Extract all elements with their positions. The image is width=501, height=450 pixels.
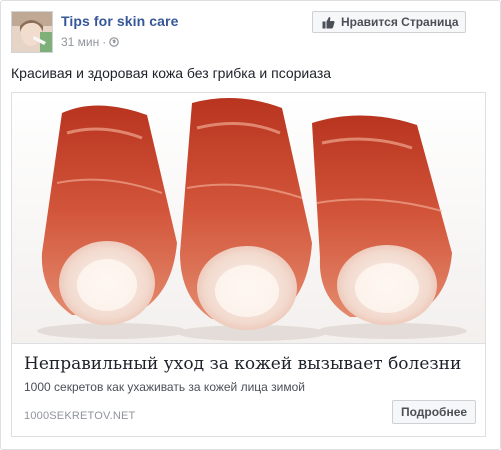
page-name-link[interactable]: Tips for skin care (61, 13, 178, 29)
link-domain: 1000SEKRETOV.NET (24, 410, 136, 422)
crab-legs-image (12, 93, 485, 343)
link-card-image[interactable] (12, 93, 485, 343)
like-page-label: Нравится Страница (341, 15, 459, 29)
learn-more-button[interactable]: Подробнее (392, 400, 476, 424)
thumbs-up-icon (322, 16, 335, 28)
link-headline[interactable]: Неправильный уход за кожей вызывает боле… (24, 354, 461, 374)
link-card[interactable]: Неправильный уход за кожей вызывает боле… (11, 92, 486, 437)
link-description: 1000 секретов как ухаживать за кожей лиц… (24, 380, 306, 394)
avatar-image (12, 12, 52, 52)
globe-icon[interactable] (109, 37, 120, 47)
page-avatar[interactable] (11, 11, 53, 53)
post-timestamp[interactable]: 31 мин (61, 35, 99, 49)
like-page-button[interactable]: Нравится Страница (312, 11, 466, 33)
link-card-footer[interactable]: Неправильный уход за кожей вызывает боле… (12, 343, 485, 437)
feed-post: Tips for skin care 31 мин · Нравится Стр… (0, 0, 501, 450)
post-text: Красивая и здоровая кожа без грибка и пс… (11, 65, 332, 81)
post-meta: 31 мин · (61, 35, 120, 49)
meta-separator: · (102, 35, 107, 49)
